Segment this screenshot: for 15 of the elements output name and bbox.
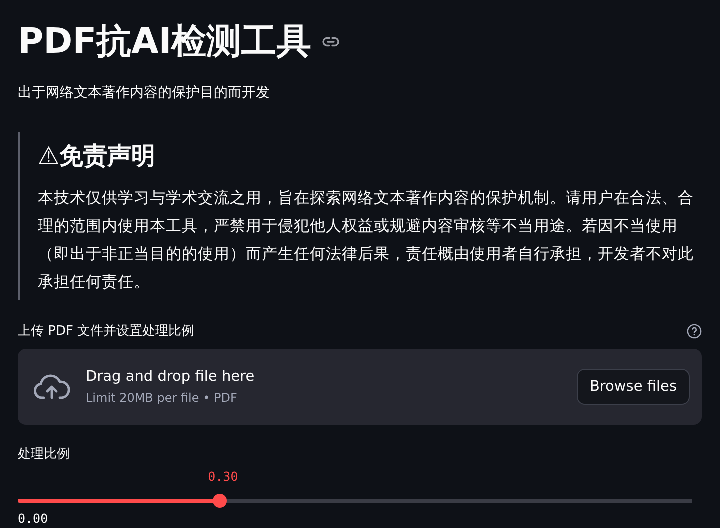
- file-limit-text: Limit 20MB per file • PDF: [86, 391, 238, 405]
- disclaimer-text: 本技术仅供学习与学术交流之用，旨在探索网络文本著作内容的保护机制。请用户在合法、合理的范围内使用本工具，严禁用于侵犯他人权益或规避内容审核等不当用途。若因不当使用（即出于非正当目的的使用）而产生任何法律后果，责任概由使用者自行承担，开发者不对此承担任何责任。: [38, 188, 695, 293]
- uploader-label: 上传 PDF 文件并设置处理比例: [18, 323, 195, 340]
- page-title: PDF抗AI检测工具: [18, 22, 312, 62]
- slider-min-label: 0.00: [18, 511, 48, 526]
- cloud-upload-icon: [34, 374, 70, 400]
- subtitle: 出于网络文本著作内容的保护目的而开发: [18, 84, 270, 102]
- slider-label: 处理比例: [18, 446, 70, 463]
- slider-value: 0.30: [208, 469, 238, 484]
- file-dropzone[interactable]: Drag and drop file here Limit 20MB per file • PDF Browse files: [18, 349, 702, 425]
- slider-thumb[interactable]: [213, 494, 228, 508]
- help-icon[interactable]: [687, 324, 702, 338]
- browse-files-button[interactable]: Browse files: [576, 369, 690, 405]
- drop-instruction: Drag and drop file here: [86, 369, 255, 385]
- disclaimer-heading: ⚠免责声明: [38, 141, 156, 172]
